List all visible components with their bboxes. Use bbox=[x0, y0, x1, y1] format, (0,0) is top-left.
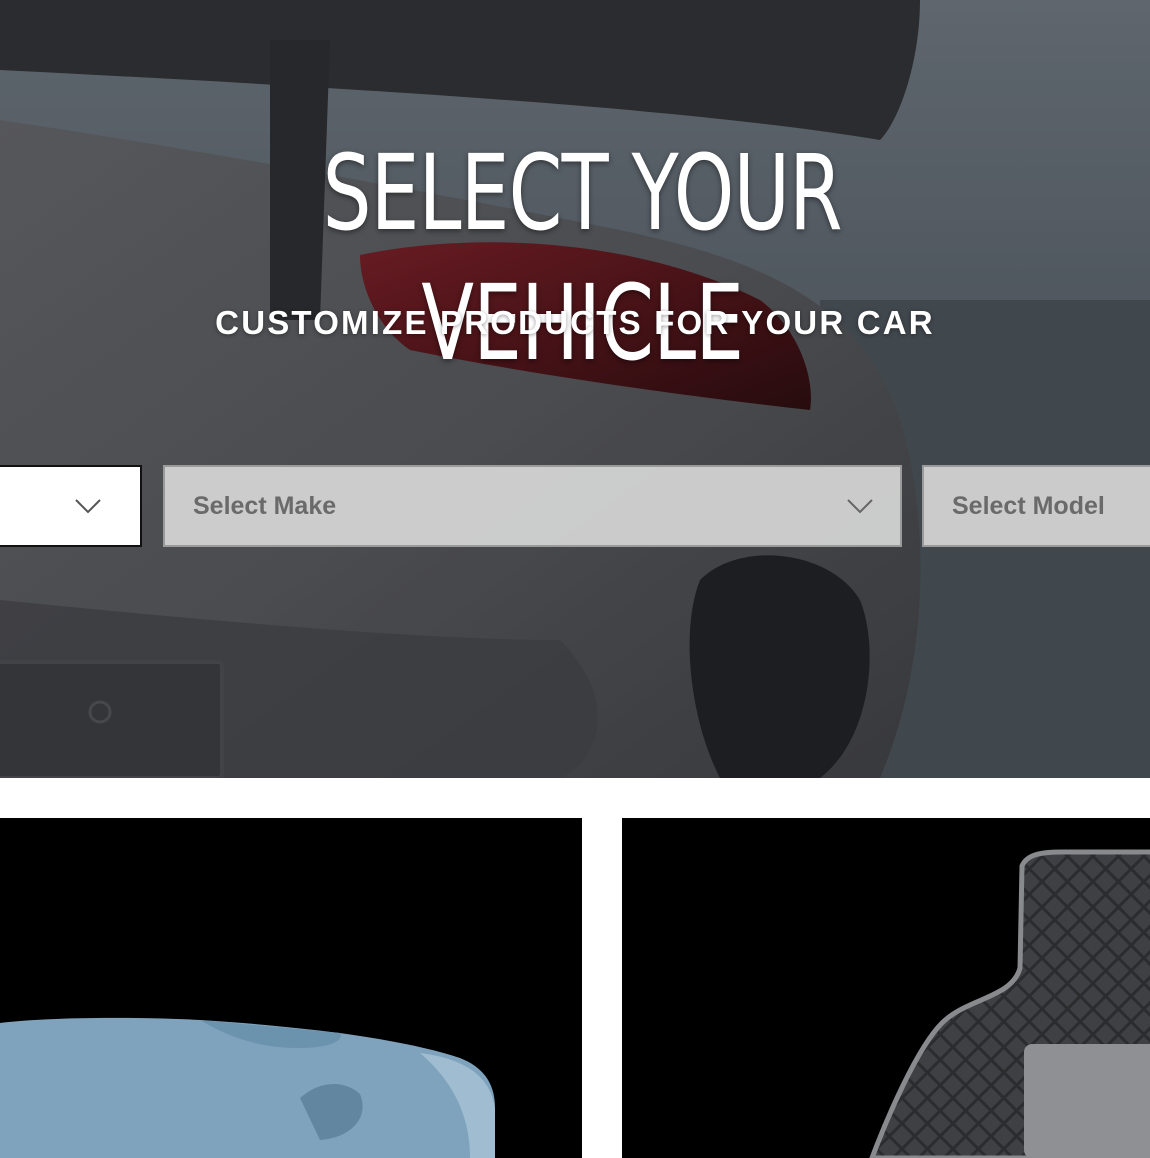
chevron-down-icon bbox=[75, 499, 101, 514]
make-select-label: Select Make bbox=[193, 491, 337, 520]
page-subtitle: CUSTOMIZE PRODUCTS FOR YOUR CAR bbox=[215, 304, 935, 341]
model-select-label: Select Model bbox=[952, 491, 1105, 520]
year-select[interactable] bbox=[0, 465, 142, 547]
make-select[interactable]: Select Make bbox=[163, 465, 902, 547]
hero-overlay bbox=[0, 0, 1150, 778]
floor-mat-image bbox=[869, 849, 1150, 1158]
page-title: SELECT YOUR VEHICLE bbox=[322, 132, 843, 384]
car-cover-image bbox=[0, 1017, 495, 1158]
chevron-down-icon bbox=[847, 499, 873, 514]
hero-banner: SELECT YOUR VEHICLE CUSTOMIZE PRODUCTS F… bbox=[0, 0, 1150, 778]
model-select[interactable]: Select Model bbox=[922, 465, 1150, 547]
product-tile-car-cover[interactable] bbox=[0, 818, 582, 1158]
product-tile-floor-mat[interactable] bbox=[622, 818, 1150, 1158]
